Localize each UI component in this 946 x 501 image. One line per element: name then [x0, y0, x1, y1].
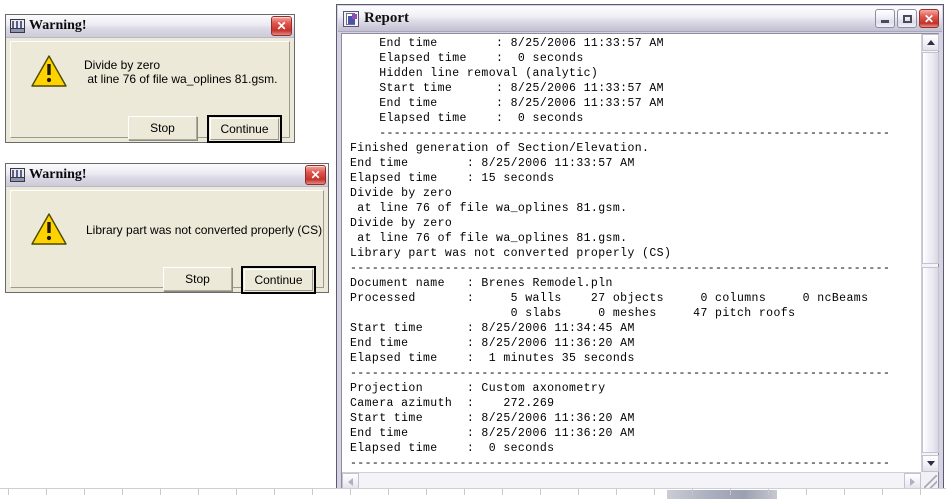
- report-log-content: End time : 8/25/2006 11:33:57 AM Elapsed…: [350, 37, 891, 470]
- ruler-tick: [312, 489, 313, 495]
- dialog-titlebar[interactable]: Warning! ✕: [6, 15, 294, 38]
- stop-button[interactable]: Stop: [163, 267, 232, 291]
- warning-triangle-icon: [31, 213, 67, 245]
- ruler-tick: [920, 489, 921, 495]
- horizontal-scrollbar[interactable]: [342, 472, 921, 490]
- report-text-area[interactable]: End time : 8/25/2006 11:33:57 AM Elapsed…: [342, 34, 921, 472]
- ruler-tick: [426, 489, 427, 495]
- maximize-button[interactable]: [897, 9, 917, 28]
- background-ruler-strip: [0, 488, 946, 501]
- dialog-message: Library part was not converted properly …: [86, 223, 323, 237]
- ruler-tick: [388, 489, 389, 495]
- ruler-tick: [692, 489, 693, 495]
- ruler-tick: [350, 489, 351, 495]
- report-titlebar[interactable]: Report ✕: [338, 6, 942, 32]
- close-icon[interactable]: ✕: [305, 165, 326, 185]
- vertical-scrollbar[interactable]: [921, 34, 939, 472]
- window-controls[interactable]: ✕: [875, 9, 939, 28]
- dialog-body: Library part was not converted properly …: [6, 187, 328, 294]
- close-button[interactable]: ✕: [919, 9, 939, 28]
- ruler-tick: [578, 489, 579, 495]
- continue-button-label: Continue: [220, 122, 269, 136]
- library-book-icon: [10, 19, 25, 33]
- ruler-tick: [844, 489, 845, 495]
- ruler-tick: [122, 489, 123, 495]
- report-document-icon: [343, 10, 359, 27]
- scroll-up-button[interactable]: [922, 34, 939, 51]
- ruler-tick: [768, 489, 769, 495]
- warning-triangle-icon: [31, 55, 67, 87]
- ruler-tick: [882, 489, 883, 495]
- ruler-tick: [8, 489, 9, 495]
- ruler-tick: [730, 489, 731, 495]
- ruler-tick: [502, 489, 503, 495]
- stop-button[interactable]: Stop: [128, 116, 197, 140]
- report-window[interactable]: Report ✕ End time : 8/25/2006 11:33:57 A…: [336, 4, 944, 496]
- dialog-title: Warning!: [29, 167, 87, 182]
- library-book-icon: [10, 168, 25, 182]
- ruler-tick: [654, 489, 655, 495]
- ruler-tick: [46, 489, 47, 495]
- stop-button-label: Stop: [150, 121, 175, 135]
- dialog-message: Divide by zero at line 76 of file wa_opl…: [84, 58, 278, 86]
- ruler-tick: [84, 489, 85, 495]
- continue-button[interactable]: Continue: [207, 115, 282, 143]
- ruler-tick: [464, 489, 465, 495]
- vertical-scroll-thumb-lower[interactable]: [922, 267, 939, 453]
- warning-dialog-library-part[interactable]: Warning! ✕ Library part was not converte…: [5, 163, 329, 294]
- report-title: Report: [364, 10, 409, 26]
- resize-grip[interactable]: [921, 472, 938, 489]
- ruler-artifact: [667, 490, 777, 499]
- ruler-tick: [274, 489, 275, 495]
- dialog-body: Divide by zero at line 76 of file wa_opl…: [6, 38, 294, 143]
- vertical-scroll-thumb[interactable]: [922, 52, 939, 264]
- ruler-tick: [198, 489, 199, 495]
- close-icon[interactable]: ✕: [271, 16, 292, 36]
- ruler-tick: [806, 489, 807, 495]
- ruler-tick: [236, 489, 237, 495]
- warning-dialog-divide-by-zero[interactable]: Warning! ✕ Divide by zero at line 76 of …: [5, 14, 295, 143]
- minimize-button[interactable]: [875, 9, 895, 28]
- ruler-tick: [616, 489, 617, 495]
- dialog-title: Warning!: [29, 18, 87, 33]
- scroll-down-button[interactable]: [922, 455, 939, 472]
- ruler-tick: [160, 489, 161, 495]
- continue-button-label: Continue: [254, 273, 303, 287]
- continue-button[interactable]: Continue: [241, 266, 316, 294]
- dialog-titlebar[interactable]: Warning! ✕: [6, 164, 328, 187]
- ruler-tick: [540, 489, 541, 495]
- report-client-area: End time : 8/25/2006 11:33:57 AM Elapsed…: [341, 33, 939, 490]
- stop-button-label: Stop: [185, 272, 210, 286]
